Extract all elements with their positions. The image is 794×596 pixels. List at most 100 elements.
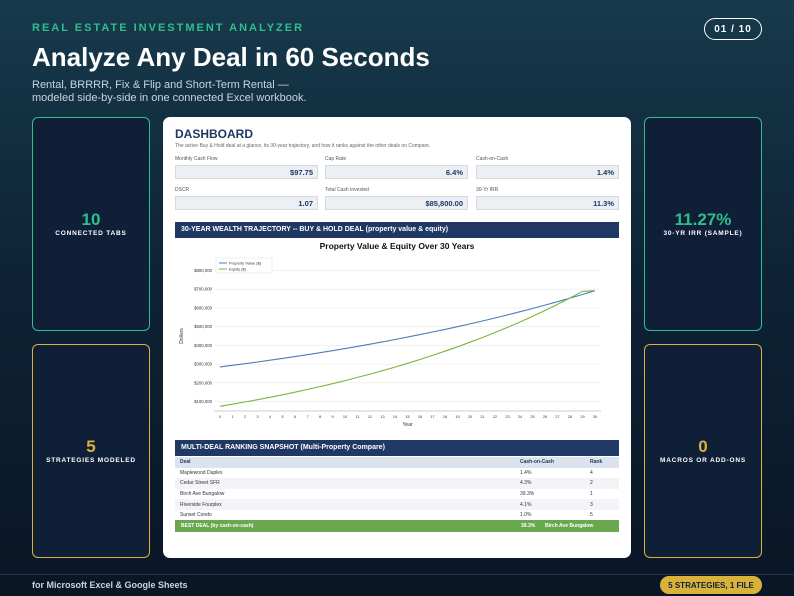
metric-label: Monthly Cash Flow — [175, 156, 218, 162]
dashboard-title: DASHBOARD — [175, 127, 253, 141]
page-indicator: 01 / 10 — [704, 18, 762, 40]
x-axis-label: Year — [402, 422, 412, 428]
dashboard-subtitle: The active Buy & Hold deal at a glance, … — [175, 143, 431, 149]
series-line-property-value — [219, 290, 596, 368]
stat-value-irr: 11.27% — [674, 210, 732, 229]
metric-label: Cash-on-Cash — [476, 156, 509, 162]
stat-card-irr: 11.27% 30-YR IRR (SAMPLE) — [644, 117, 762, 331]
x-tick-label: 17 — [430, 415, 434, 419]
table-row[interactable]: Riverside Fourplex 4.1% 3 — [175, 499, 619, 510]
metric-value[interactable]: 11.3% — [476, 196, 619, 210]
x-tick-label: 28 — [568, 415, 572, 419]
x-tick-label: 12 — [368, 415, 372, 419]
y-axis-label: Dollars — [179, 328, 185, 344]
x-tick-label: 22 — [493, 415, 497, 419]
x-tick-label: 9 — [331, 415, 333, 419]
x-tick-label: 14 — [393, 415, 397, 419]
stat-value-strategies: 5 — [86, 437, 96, 456]
cell-rank: 4 — [590, 469, 593, 476]
x-tick-label: 7 — [306, 415, 308, 419]
x-tick-label: 0 — [219, 415, 221, 419]
metric-30yr-irr: 30-Yr IRR 11.3% — [476, 187, 619, 210]
x-tick-label: 25 — [530, 415, 534, 419]
cell-deal: Cedar Street SFR — [175, 478, 515, 489]
cell-deal: Sunset Condo — [180, 512, 212, 519]
metric-monthly-cash-flow: Monthly Cash Flow $97.75 — [175, 156, 318, 179]
metric-value[interactable]: 6.4% — [325, 165, 468, 179]
footer-caption: for Microsoft Excel & Google Sheets — [32, 580, 188, 590]
best-deal-row: BEST DEAL (by cash-on-cash) 39.3% Birch … — [175, 520, 619, 532]
y-tick-label: $800,000 — [194, 268, 213, 273]
x-tick-label: 16 — [418, 415, 422, 419]
x-tick-label: 1 — [231, 415, 233, 419]
x-tick-label: 26 — [543, 415, 547, 419]
x-tick-label: 8 — [319, 415, 321, 419]
x-tick-label: 18 — [443, 415, 447, 419]
x-tick-label: 6 — [294, 415, 296, 419]
cell-cash-on-cash: 4.3% — [515, 478, 585, 489]
stat-label-strategies: STRATEGIES MODELED — [46, 457, 136, 464]
metric-label: Cap Rate — [325, 156, 347, 162]
x-tick-label: 4 — [269, 415, 271, 419]
page-subtitle: Rental, BRRRR, Fix & Flip and Short-Term… — [32, 79, 307, 104]
cell-cash-on-cash: 1.0% — [520, 512, 532, 519]
eyebrow-label: REAL ESTATE INVESTMENT ANALYZER — [32, 22, 305, 34]
trajectory-section-header: 30-YEAR WEALTH TRAJECTORY -- BUY & HOLD … — [175, 222, 619, 238]
y-tick-label: $500,000 — [194, 324, 213, 329]
cell-rank: 5 — [590, 512, 593, 519]
metric-dscr: DSCR 1.07 — [175, 187, 318, 210]
cell-cash-on-cash: 4.1% — [515, 499, 585, 510]
metric-value[interactable]: $85,800.00 — [325, 196, 468, 210]
x-tick-label: 11 — [356, 415, 360, 419]
x-tick-label: 21 — [480, 415, 484, 419]
cell-deal: Riverside Fourplex — [175, 499, 515, 510]
metric-cash-on-cash: Cash-on-Cash 1.4% — [476, 156, 619, 179]
x-tick-label: 2 — [244, 415, 246, 419]
x-tick-label: 15 — [405, 415, 409, 419]
cell-cash-on-cash: 39.3% — [520, 491, 535, 498]
cell-rank: 3 — [585, 499, 619, 510]
table-row[interactable]: Birch Ave Bungalow 39.3% 1 — [175, 489, 619, 500]
y-tick-label: $100,000 — [194, 399, 213, 404]
cell-deal: Maplewood Duplex — [180, 469, 223, 476]
y-tick-label: $700,000 — [194, 287, 213, 292]
metric-value[interactable]: 1.07 — [175, 196, 318, 210]
stat-card-macros: 0 MACROS OR ADD-ONS — [644, 344, 762, 558]
metric-value[interactable]: 1.4% — [476, 165, 619, 179]
x-tick-label: 19 — [455, 415, 459, 419]
column-header-cash-on-cash: Cash-on-Cash — [515, 457, 585, 468]
table-row[interactable]: Sunset Condo 1.0% 5 — [175, 510, 619, 521]
stat-label-macros: MACROS OR ADD-ONS — [660, 457, 746, 464]
x-tick-label: 24 — [518, 415, 522, 419]
metric-total-cash-invested: Total Cash Invested $85,800.00 — [325, 187, 468, 210]
wealth-trajectory-chart: Property Value & Equity Over 30 Years $10… — [179, 241, 601, 428]
metric-cap-rate: Cap Rate 6.4% — [325, 156, 468, 179]
metric-label: DSCR — [175, 187, 190, 193]
column-header-rank: Rank — [585, 457, 619, 468]
best-deal-value: 39.3% — [521, 523, 536, 529]
ranking-section-header: MULTI-DEAL RANKING SNAPSHOT (Multi-Prope… — [175, 440, 619, 456]
stat-value-tabs: 10 — [81, 210, 101, 229]
metric-value[interactable]: $97.75 — [175, 165, 318, 179]
cell-cash-on-cash: 1.4% — [520, 469, 532, 476]
table-row[interactable]: Maplewood Duplex 1.4% 4 — [175, 468, 619, 479]
y-tick-label: $600,000 — [194, 305, 213, 310]
metric-label: 30-Yr IRR — [476, 187, 499, 193]
x-tick-label: 23 — [505, 415, 509, 419]
metric-label: Total Cash Invested — [325, 187, 369, 193]
x-tick-label: 30 — [593, 415, 597, 419]
chart-title: Property Value & Equity Over 30 Years — [320, 241, 475, 251]
column-header-deal: Deal — [175, 457, 515, 468]
footer-divider — [0, 574, 794, 575]
table-row[interactable]: Cedar Street SFR 4.3% 2 — [175, 478, 619, 489]
dashboard-panel: DASHBOARD The active Buy & Hold deal at … — [163, 117, 631, 558]
x-tick-label: 27 — [555, 415, 559, 419]
cell-rank: 2 — [585, 478, 619, 489]
legend-label: Equity ($) — [229, 267, 247, 272]
legend-label: Property Value ($) — [229, 261, 262, 266]
stat-value-macros: 0 — [698, 437, 708, 456]
x-tick-label: 29 — [580, 415, 584, 419]
x-tick-label: 3 — [256, 415, 258, 419]
y-tick-label: $300,000 — [194, 362, 213, 367]
y-tick-label: $400,000 — [194, 343, 213, 348]
